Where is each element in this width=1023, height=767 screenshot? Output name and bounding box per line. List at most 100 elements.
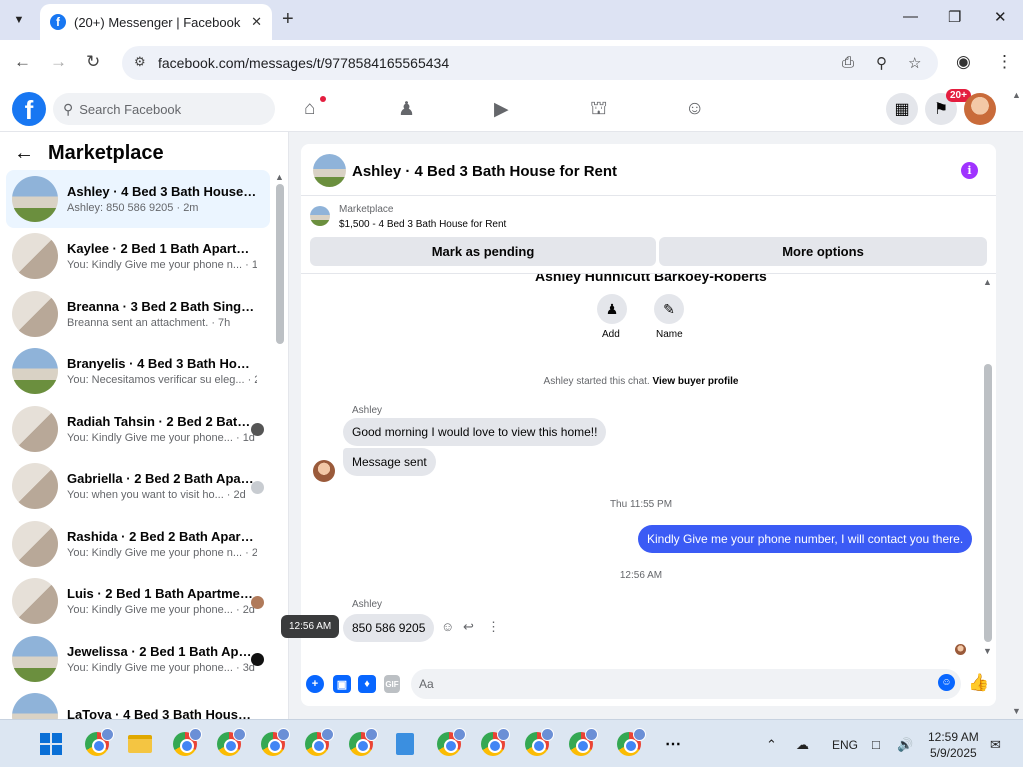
install-app-icon[interactable]: ⎙ xyxy=(842,54,854,71)
chrome-profile-icon[interactable] xyxy=(569,728,598,756)
listing-banner: Marketplace $1,500 - 4 Bed 3 Bath House … xyxy=(301,196,996,274)
reply-icon[interactable]: ↩ xyxy=(463,619,474,635)
bookmark-star-icon[interactable]: ☆ xyxy=(908,54,921,72)
incoming-message[interactable]: Message sent xyxy=(343,448,436,476)
thumbs-up-like-icon[interactable]: 👍 xyxy=(968,673,989,693)
sticker-icon[interactable]: ♦ xyxy=(358,675,376,693)
notepad-icon[interactable] xyxy=(393,732,417,756)
new-tab-plus-icon[interactable]: + xyxy=(282,8,294,30)
chrome-profile-icon[interactable] xyxy=(305,728,334,756)
search-input[interactable] xyxy=(79,101,260,117)
chrome-profile-icon[interactable] xyxy=(617,728,646,756)
conversation-list-scrollbar[interactable] xyxy=(276,184,284,344)
tab-close-icon[interactable]: ✕ xyxy=(251,14,262,30)
chrome-profile-icon[interactable] xyxy=(525,728,554,756)
seen-avatar xyxy=(251,480,264,494)
chrome-profile-icon[interactable] xyxy=(173,728,202,756)
more-attachments-plus-icon[interactable]: + xyxy=(306,675,324,693)
video-icon[interactable]: ▶ xyxy=(494,98,509,121)
show-hidden-icons-chevron-icon[interactable]: ⌃ xyxy=(766,737,777,753)
zoom-icon[interactable]: ⚲ xyxy=(876,54,887,72)
page-scroll-up-arrow-icon[interactable]: ▲ xyxy=(1012,90,1021,100)
edit-pencil-icon[interactable]: ✎ xyxy=(654,294,684,324)
conversation-item[interactable]: Branyelis · 4 Bed 3 Bath House f... You: … xyxy=(6,343,270,401)
volume-icon[interactable]: 🔊 xyxy=(897,737,913,753)
back-arrow-icon[interactable]: ← xyxy=(14,52,31,72)
conversation-item[interactable]: Kaylee · 2 Bed 1 Bath Apartmen... You: Ki… xyxy=(6,228,270,286)
groups-icon[interactable]: ☺ xyxy=(685,98,704,120)
tab-search-chevron-icon[interactable]: ▼ xyxy=(6,8,32,32)
profile-icon[interactable]: ◉ xyxy=(956,52,971,72)
chrome-profile-icon[interactable] xyxy=(481,728,510,756)
conversation-item[interactable]: Radiah Tahsin · 2 Bed 2 Bath ... You: Kin… xyxy=(6,400,270,458)
message-input[interactable] xyxy=(419,677,919,691)
conversation-name: Radiah Tahsin · 2 Bed 2 Bath ... xyxy=(67,413,257,429)
emoji-picker-icon[interactable]: ☺ xyxy=(938,674,955,691)
more-taskbar-apps-icon[interactable]: ⋯ xyxy=(661,732,685,756)
network-offline-icon[interactable]: ☁ xyxy=(796,737,809,753)
view-buyer-profile-link[interactable]: View buyer profile xyxy=(653,376,739,387)
listing-detail[interactable]: $1,500 - 4 Bed 3 Bath House for Rent xyxy=(339,219,506,230)
home-icon[interactable]: ⌂ xyxy=(304,98,315,120)
chrome-profile-icon[interactable] xyxy=(437,728,466,756)
forward-arrow-icon[interactable]: → xyxy=(50,52,67,72)
site-info-icon[interactable]: ⚙ xyxy=(134,54,146,70)
address-bar[interactable]: ⚙ facebook.com/messages/t/97785841655654… xyxy=(122,46,938,80)
outgoing-message[interactable]: Kindly Give me your phone number, I will… xyxy=(638,525,973,553)
reload-icon[interactable]: ↻ xyxy=(86,52,100,72)
window-close-icon[interactable]: ✕ xyxy=(994,8,1007,26)
chrome-profile-icon[interactable] xyxy=(349,728,378,756)
more-actions-icon[interactable]: ⋮ xyxy=(487,619,500,635)
more-options-button[interactable]: More options xyxy=(659,237,987,266)
scroll-up-arrow-icon[interactable]: ▲ xyxy=(275,172,284,182)
mark-as-pending-button[interactable]: Mark as pending xyxy=(310,237,656,266)
conversation-item[interactable]: Breanna · 3 Bed 2 Bath Single F... Breann… xyxy=(6,285,270,343)
window-minimize-icon[interactable]: — xyxy=(903,8,918,25)
window-restore-icon[interactable]: ❐ xyxy=(948,8,961,26)
add-person-icon[interactable]: ♟ xyxy=(597,294,627,324)
conversation-preview: Breanna sent an attachment. · 7h xyxy=(67,316,231,329)
chrome-profile-icon[interactable] xyxy=(85,728,114,756)
facebook-search[interactable]: ⚲ xyxy=(53,93,275,125)
conversation-name: Luis · 2 Bed 1 Bath Apartment... xyxy=(67,586,257,602)
message-input-box[interactable] xyxy=(411,669,961,699)
scroll-up-arrow-icon[interactable]: ▲ xyxy=(983,277,992,287)
incoming-message[interactable]: 850 586 9205 xyxy=(343,614,435,642)
facebook-logo-icon[interactable]: f xyxy=(12,92,46,126)
browser-menu-icon[interactable]: ⋮ xyxy=(996,52,1013,72)
sender-avatar[interactable] xyxy=(313,460,335,482)
conversation-item[interactable]: Ashley · 4 Bed 3 Bath House for... Ashley… xyxy=(6,170,270,228)
scroll-down-arrow-icon[interactable]: ▼ xyxy=(983,646,992,656)
friends-icon[interactable]: ♟ xyxy=(398,98,415,121)
gif-icon[interactable]: GIF xyxy=(384,675,400,693)
page-scroll-down-arrow-icon[interactable]: ▼ xyxy=(1012,706,1021,716)
chat-listing-avatar[interactable] xyxy=(313,154,346,187)
conversation-item[interactable]: Jewelissa · 2 Bed 1 Bath Apart... You: Ki… xyxy=(6,630,270,688)
back-arrow-icon[interactable]: ← xyxy=(14,142,34,165)
browser-tab-messenger[interactable]: f (20+) Messenger | Facebook ✕ xyxy=(40,4,272,40)
notification-center-icon[interactable]: ✉ xyxy=(990,737,1001,753)
system-clock[interactable]: 12:59 AM 5/9/2025 xyxy=(928,729,979,761)
windows-start-icon[interactable] xyxy=(39,732,63,756)
menu-grid-icon[interactable]: ▦ xyxy=(886,93,918,125)
account-avatar[interactable] xyxy=(964,93,996,125)
conversation-item[interactable]: Luis · 2 Bed 1 Bath Apartment... You: Kin… xyxy=(6,573,270,631)
conversation-item[interactable]: Rashida · 2 Bed 2 Bath Apartme... You: Ki… xyxy=(6,515,270,573)
file-explorer-icon[interactable] xyxy=(128,732,152,756)
sender-name: Ashley xyxy=(352,405,383,416)
display-icon[interactable]: □ xyxy=(872,737,880,752)
chrome-profile-icon[interactable] xyxy=(217,728,246,756)
conversation-item[interactable]: Gabriella · 2 Bed 2 Bath Apart... You: wh… xyxy=(6,458,270,516)
attach-photo-icon[interactable]: ▣ xyxy=(333,675,351,693)
listing-thumbnail[interactable] xyxy=(310,206,330,226)
chrome-profile-icon[interactable] xyxy=(261,728,290,756)
url-text[interactable]: facebook.com/messages/t/9778584165565434 xyxy=(158,55,449,71)
incoming-message[interactable]: Good morning I would love to view this h… xyxy=(343,418,607,446)
message-scrollbar[interactable] xyxy=(984,364,992,642)
react-emoji-icon[interactable]: ☺ xyxy=(441,619,454,634)
conversation-item[interactable]: LaToya · 4 Bed 3 Bath House for... xyxy=(6,688,270,719)
input-language[interactable]: ENG xyxy=(832,738,858,752)
conversation-info-icon[interactable]: i xyxy=(961,162,978,179)
marketplace-icon[interactable]: ⛫ xyxy=(590,98,607,122)
chat-title[interactable]: Ashley · 4 Bed 3 Bath House for Rent xyxy=(352,163,617,180)
